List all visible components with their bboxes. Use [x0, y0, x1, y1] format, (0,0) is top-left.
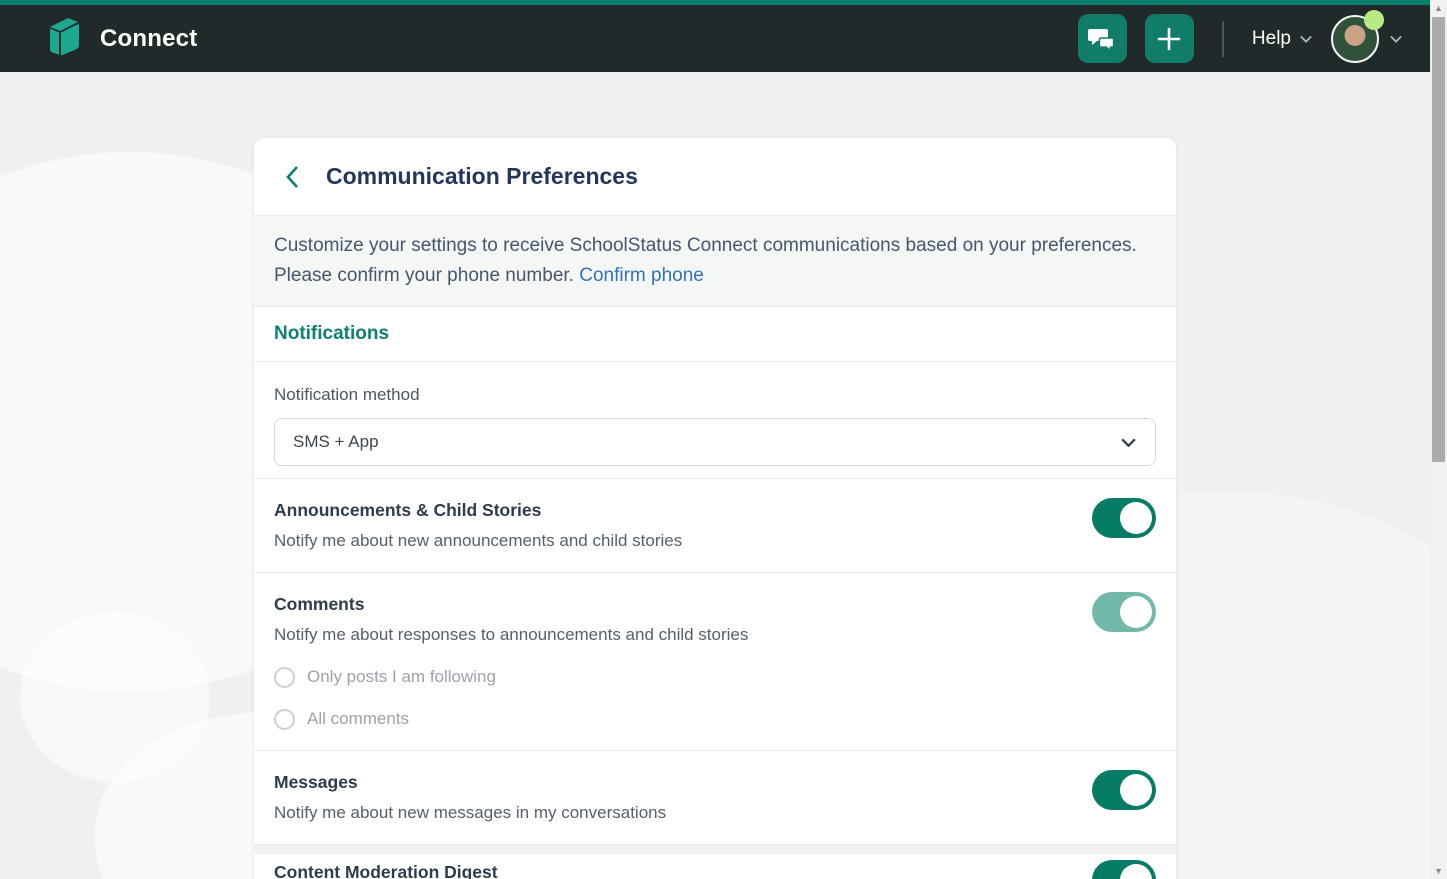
scrollbar-down-arrow[interactable]: ▼ — [1430, 863, 1447, 879]
radio-icon — [274, 667, 295, 688]
intro-copy: Customize your settings to receive Schoo… — [274, 235, 1137, 286]
pref-title: Comments — [274, 592, 1072, 616]
selected-method-value: SMS + App — [293, 432, 379, 452]
pref-row-comments: Comments Notify me about responses to an… — [254, 572, 1176, 750]
plus-icon — [1156, 26, 1182, 52]
help-menu[interactable]: Help — [1252, 28, 1313, 50]
content-moderation-toggle[interactable] — [1092, 860, 1156, 879]
online-status-badge — [1364, 10, 1384, 30]
navbar: Connect Help — [0, 5, 1447, 72]
pref-title: Messages — [274, 770, 1072, 794]
pref-row-announcements: Announcements & Child Stories Notify me … — [254, 478, 1176, 572]
pref-row-content-moderation: Content Moderation Digest — [254, 854, 1176, 879]
page-title: Communication Preferences — [326, 163, 638, 190]
toggle-knob — [1120, 864, 1152, 879]
radio-label: Only posts I am following — [307, 665, 496, 689]
toggle-knob — [1120, 774, 1152, 806]
comments-toggle[interactable] — [1092, 592, 1156, 632]
pref-subtitle: Notify me about responses to announcemen… — [274, 623, 1072, 647]
chevron-down-icon — [1299, 32, 1313, 46]
brand[interactable]: Connect — [44, 15, 197, 62]
conversations-button[interactable] — [1078, 14, 1127, 63]
notifications-section-header: Notifications — [254, 307, 1176, 362]
pref-subtitle: Notify me about new announcements and ch… — [274, 529, 1072, 553]
pref-subtitle: Notify me about new messages in my conve… — [274, 801, 1072, 825]
pref-title: Content Moderation Digest — [274, 860, 1072, 879]
account-menu[interactable] — [1331, 15, 1403, 63]
avatar — [1331, 15, 1379, 63]
chevron-down-icon — [1389, 32, 1403, 46]
vertical-scrollbar[interactable]: ▲ ▼ — [1430, 0, 1447, 879]
brand-name: Connect — [100, 25, 197, 53]
intro-text: Customize your settings to receive Schoo… — [254, 215, 1176, 307]
row-separator — [254, 844, 1176, 854]
chat-bubbles-icon — [1088, 26, 1116, 52]
radio-only-posts-following[interactable]: Only posts I am following — [274, 665, 1072, 689]
card-header: Communication Preferences — [254, 138, 1176, 215]
toggle-knob — [1120, 596, 1152, 628]
toggle-knob — [1120, 502, 1152, 534]
radio-label: All comments — [307, 707, 409, 731]
messages-toggle[interactable] — [1092, 770, 1156, 810]
chevron-down-icon — [1120, 434, 1137, 451]
book-logo-icon — [44, 15, 84, 62]
scrollbar-thumb[interactable] — [1432, 17, 1445, 462]
notification-method-select[interactable]: SMS + App — [274, 418, 1156, 466]
pref-title: Announcements & Child Stories — [274, 498, 1072, 522]
navbar-divider — [1222, 21, 1224, 57]
notification-method-label: Notification method — [274, 385, 1156, 405]
back-button[interactable] — [282, 164, 304, 190]
scrollbar-up-arrow[interactable]: ▲ — [1430, 0, 1447, 16]
help-label: Help — [1252, 28, 1291, 50]
notification-method-block: Notification method SMS + App — [254, 362, 1176, 478]
radio-all-comments[interactable]: All comments — [274, 707, 1072, 731]
pref-row-messages: Messages Notify me about new messages in… — [254, 750, 1176, 844]
section-title: Notifications — [274, 323, 1156, 345]
confirm-phone-link[interactable]: Confirm phone — [579, 265, 704, 286]
create-post-button[interactable] — [1145, 14, 1194, 63]
chevron-left-icon — [282, 164, 304, 190]
communication-preferences-card: Communication Preferences Customize your… — [254, 138, 1176, 879]
announcements-toggle[interactable] — [1092, 498, 1156, 538]
radio-icon — [274, 709, 295, 730]
